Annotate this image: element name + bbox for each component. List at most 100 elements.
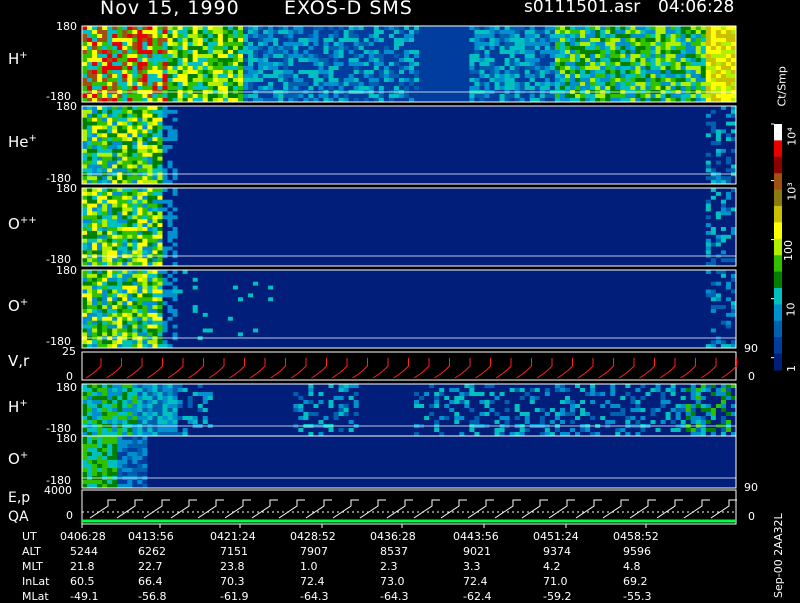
heatmap-cell bbox=[173, 106, 179, 110]
heatmap-cell bbox=[645, 50, 651, 55]
heatmap-cell bbox=[203, 62, 209, 67]
heatmap-cell bbox=[550, 86, 556, 91]
heatmap-cell bbox=[173, 30, 179, 35]
heatmap-cell bbox=[550, 94, 556, 99]
heatmap-cell bbox=[208, 50, 214, 55]
heatmap-cell bbox=[122, 122, 128, 126]
heatmap-cell bbox=[334, 145, 340, 149]
heatmap-cell bbox=[233, 118, 239, 122]
heatmap-cell bbox=[550, 62, 556, 67]
heatmap-cell bbox=[82, 145, 88, 149]
heatmap-cell bbox=[318, 30, 324, 35]
heatmap-cell bbox=[691, 38, 697, 43]
heatmap-cell bbox=[344, 161, 350, 165]
heatmap-cell bbox=[484, 106, 490, 110]
heatmap-cell bbox=[555, 62, 561, 67]
heatmap-cell bbox=[268, 94, 274, 99]
heatmap-cell bbox=[645, 82, 651, 87]
heatmap-cell bbox=[560, 70, 566, 75]
heatmap-cell bbox=[560, 153, 566, 157]
heatmap-cell bbox=[122, 70, 128, 75]
heatmap-cell bbox=[152, 66, 158, 71]
heatmap-cell bbox=[530, 168, 536, 172]
heatmap-cell bbox=[183, 82, 189, 87]
heatmap-cell bbox=[590, 86, 596, 91]
heatmap-cell bbox=[666, 66, 672, 71]
heatmap-cell bbox=[389, 133, 395, 137]
heatmap-cell bbox=[434, 34, 440, 39]
heatmap-cell bbox=[117, 50, 123, 55]
heatmap-cell bbox=[409, 62, 415, 67]
heatmap-cell bbox=[288, 26, 294, 31]
heatmap-cell bbox=[339, 50, 345, 55]
heatmap-cell bbox=[454, 86, 460, 91]
heatmap-cell bbox=[580, 70, 586, 75]
heatmap-cell bbox=[223, 66, 229, 71]
heatmap-cell bbox=[711, 161, 717, 165]
heatmap-cell bbox=[102, 157, 108, 161]
heatmap-cell bbox=[203, 133, 209, 137]
heatmap-cell bbox=[676, 110, 682, 114]
heatmap-cell bbox=[344, 165, 350, 169]
heatmap-cell bbox=[469, 66, 475, 71]
heatmap-cell bbox=[640, 176, 646, 180]
heatmap-cell bbox=[258, 106, 264, 110]
heatmap-cell bbox=[691, 153, 697, 157]
heatmap-cell bbox=[374, 94, 380, 99]
heatmap-cell bbox=[339, 176, 345, 180]
heatmap-cell bbox=[359, 62, 365, 67]
heatmap-cell bbox=[630, 46, 636, 51]
heatmap-cell bbox=[620, 110, 626, 114]
heatmap-cell bbox=[278, 26, 284, 31]
heatmap-cell bbox=[706, 145, 712, 149]
heatmap-cell bbox=[97, 106, 103, 110]
heatmap-cell bbox=[218, 168, 224, 172]
heatmap-cell bbox=[630, 129, 636, 133]
heatmap-cell bbox=[464, 149, 470, 153]
heatmap-cell bbox=[600, 153, 606, 157]
heatmap-cell bbox=[97, 34, 103, 39]
heatmap-cell bbox=[600, 82, 606, 87]
heatmap-cell bbox=[318, 82, 324, 87]
heatmap-cell bbox=[258, 86, 264, 91]
heatmap-cell bbox=[454, 30, 460, 35]
heatmap-cell bbox=[530, 126, 536, 130]
heatmap-cell bbox=[112, 70, 118, 75]
heatmap-cell bbox=[404, 26, 410, 31]
heatmap-cell bbox=[515, 114, 521, 118]
heatmap-cell bbox=[474, 94, 480, 99]
heatmap-cell bbox=[515, 66, 521, 71]
heatmap-cell bbox=[178, 70, 184, 75]
heatmap-cell bbox=[495, 133, 501, 137]
heatmap-cell bbox=[334, 74, 340, 79]
heatmap-cell bbox=[288, 106, 294, 110]
heatmap-cell bbox=[127, 38, 133, 43]
heatmap-cell bbox=[645, 110, 651, 114]
heatmap-cell bbox=[645, 66, 651, 71]
heatmap-cell bbox=[570, 153, 576, 157]
heatmap-cell bbox=[505, 118, 511, 122]
heatmap-cell bbox=[510, 26, 516, 31]
heatmap-cell bbox=[580, 141, 586, 145]
heatmap-cell bbox=[268, 114, 274, 118]
heatmap-cell bbox=[454, 165, 460, 169]
heatmap-cell bbox=[213, 114, 219, 118]
heatmap-cell bbox=[318, 129, 324, 133]
heatmap-cell bbox=[318, 172, 324, 176]
heatmap-cell bbox=[535, 86, 541, 91]
heatmap-cell bbox=[515, 94, 521, 99]
heatmap-cell bbox=[404, 153, 410, 157]
heatmap-cell bbox=[605, 54, 611, 59]
heatmap-cell bbox=[595, 137, 601, 141]
heatmap-cell bbox=[605, 70, 611, 75]
heatmap-cell bbox=[142, 114, 148, 118]
heatmap-cell bbox=[489, 58, 495, 63]
heatmap-cell bbox=[625, 38, 631, 43]
heatmap-cell bbox=[580, 110, 586, 114]
heatmap-cell bbox=[464, 26, 470, 31]
heatmap-cell bbox=[489, 78, 495, 83]
heatmap-cell bbox=[575, 161, 581, 165]
heatmap-cell bbox=[364, 172, 370, 176]
heatmap-cell bbox=[208, 165, 214, 169]
heatmap-cell bbox=[117, 42, 123, 47]
